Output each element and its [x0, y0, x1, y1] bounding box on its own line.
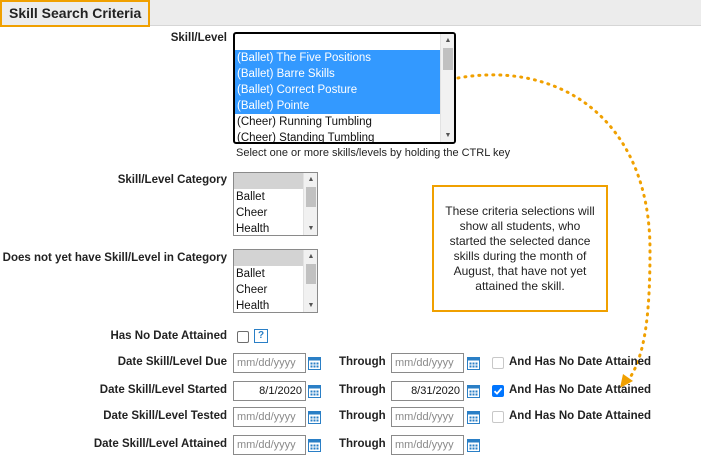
list-item[interactable]: (Ballet) Pointe — [235, 98, 454, 114]
through-label: Through — [339, 384, 386, 396]
date-due-to-input[interactable]: mm/dd/yyyy — [391, 353, 464, 373]
date-started-from-input[interactable]: 8/1/2020 — [233, 381, 306, 401]
list-item[interactable]: (Ballet) Barre Skills — [235, 66, 454, 82]
date-tested-label: Date Skill/Level Tested — [103, 410, 227, 422]
skill-category-label: Skill/Level Category — [117, 174, 227, 186]
list-item[interactable]: (Cheer) Running Tumbling — [235, 114, 454, 130]
date-started-label: Date Skill/Level Started — [99, 384, 227, 396]
calendar-icon[interactable] — [308, 384, 321, 398]
date-tested-no-attained-checkbox[interactable] — [492, 411, 504, 423]
not-yet-category-listbox[interactable]: Ballet Cheer Health ▲ ▼ — [233, 249, 318, 313]
list-item[interactable]: (Ballet) The Five Positions — [235, 50, 454, 66]
date-tested-from-input[interactable]: mm/dd/yyyy — [233, 407, 306, 427]
through-label: Through — [339, 356, 386, 368]
section-title: Skill Search Criteria — [0, 0, 151, 27]
dotted-arrow-annotation — [456, 73, 652, 388]
date-due-no-attained-checkbox[interactable] — [492, 357, 504, 369]
scroll-down-icon[interactable]: ▼ — [304, 222, 317, 235]
scroll-thumb[interactable] — [306, 264, 316, 284]
skill-category-scrollbar[interactable]: ▲ ▼ — [303, 173, 317, 235]
scroll-down-icon[interactable]: ▼ — [304, 299, 317, 312]
scroll-thumb[interactable] — [306, 187, 316, 207]
date-attained-to-input[interactable]: mm/dd/yyyy — [391, 435, 464, 455]
list-item[interactable]: (Cheer) Standing Tumbling — [235, 130, 454, 142]
date-started-no-attained-label: And Has No Date Attained — [509, 384, 652, 396]
date-due-no-attained-label: And Has No Date Attained — [509, 356, 652, 368]
date-attained-from-input[interactable]: mm/dd/yyyy — [233, 435, 306, 455]
not-yet-category-scrollbar[interactable]: ▲ ▼ — [303, 250, 317, 312]
no-date-attained-label: Has No Date Attained — [110, 330, 227, 342]
skill-category-listbox[interactable]: Ballet Cheer Health ▲ ▼ — [233, 172, 318, 236]
through-label: Through — [339, 410, 386, 422]
list-item[interactable] — [235, 34, 454, 50]
date-started-to-input[interactable]: 8/31/2020 — [391, 381, 464, 401]
no-date-attained-checkbox[interactable] — [237, 331, 249, 343]
date-attained-label: Date Skill/Level Attained — [93, 438, 227, 450]
calendar-icon[interactable] — [308, 410, 321, 424]
scroll-up-icon[interactable]: ▲ — [304, 250, 317, 263]
help-icon[interactable]: ? — [254, 329, 268, 343]
scroll-up-icon[interactable]: ▲ — [304, 173, 317, 186]
calendar-icon[interactable] — [308, 356, 321, 370]
scroll-up-icon[interactable]: ▲ — [441, 34, 454, 47]
calendar-icon[interactable] — [467, 410, 480, 424]
date-tested-no-attained-label: And Has No Date Attained — [509, 410, 652, 422]
calendar-icon[interactable] — [467, 438, 480, 452]
calendar-icon[interactable] — [467, 356, 480, 370]
skill-level-listbox[interactable]: (Ballet) The Five Positions (Ballet) Bar… — [233, 32, 456, 144]
date-due-from-input[interactable]: mm/dd/yyyy — [233, 353, 306, 373]
date-due-label: Date Skill/Level Due — [117, 356, 227, 368]
calendar-icon[interactable] — [308, 438, 321, 452]
through-label: Through — [339, 438, 386, 450]
date-tested-to-input[interactable]: mm/dd/yyyy — [391, 407, 464, 427]
date-started-no-attained-checkbox[interactable] — [492, 385, 504, 397]
list-item[interactable]: (Ballet) Correct Posture — [235, 82, 454, 98]
skill-level-label: Skill/Level — [170, 32, 227, 44]
calendar-icon[interactable] — [467, 384, 480, 398]
not-yet-category-label: Does not yet have Skill/Level in Categor… — [2, 252, 227, 264]
